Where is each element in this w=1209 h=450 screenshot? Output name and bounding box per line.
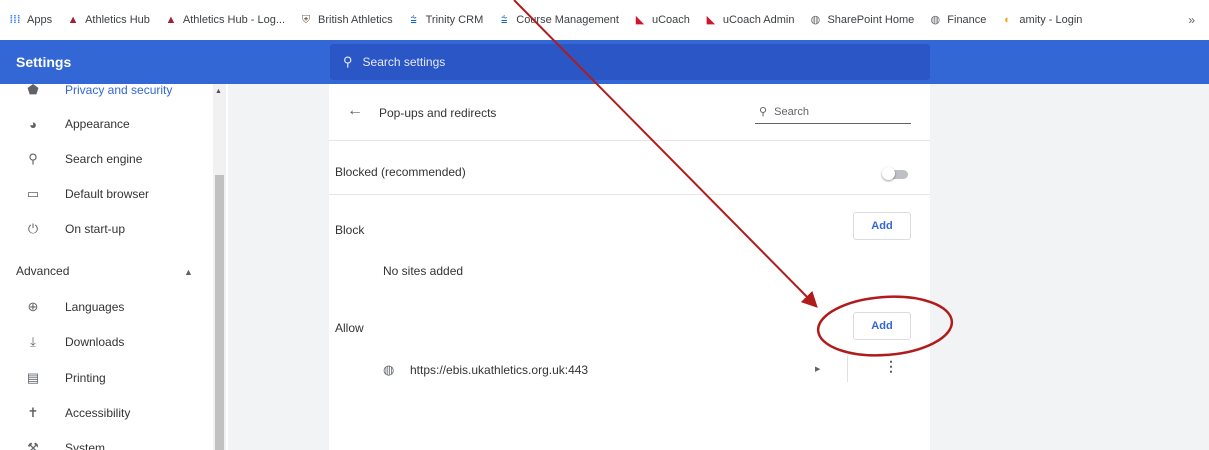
bookmark-athletics-hub[interactable]: ▲ Athletics Hub: [66, 14, 150, 26]
settings-sidebar: ⬟ Privacy and security ◕ Appearance ⚲ Se…: [0, 84, 228, 450]
athletics-hub-logo-icon: ▲: [165, 14, 177, 26]
popups-settings-card: ← Pop-ups and redirects ⚲ Search Blocked…: [329, 84, 930, 450]
collapse-caret-icon[interactable]: ▲: [184, 267, 193, 277]
printer-icon: ▤: [26, 370, 40, 385]
bookmark-finance[interactable]: ◍ Finance: [928, 14, 986, 26]
ucoach-flag-icon: ◣: [706, 14, 716, 26]
more-actions-icon[interactable]: ⋮: [884, 358, 898, 375]
bookmark-ucoach-admin[interactable]: ◣ uCoach Admin: [704, 14, 795, 26]
bookmarks-bar: ⁞⁞⁞ Apps ▲ Athletics Hub ▲ Athletics Hub…: [0, 0, 1209, 40]
british-athletics-logo-icon: ⛨: [301, 14, 311, 26]
block-section-label: Block: [335, 223, 365, 237]
wrench-icon: ⚒: [27, 440, 39, 450]
expand-arrow-icon[interactable]: ▶: [815, 365, 820, 373]
toggle-knob: [882, 167, 895, 180]
page-title: Settings: [16, 54, 72, 70]
sidebar-item-on-startup[interactable]: ⏻ On start-up: [0, 214, 210, 244]
sidebar-item-languages[interactable]: ⊕ Languages: [0, 292, 210, 322]
accessibility-icon: ✝: [27, 405, 39, 420]
bookmark-apps[interactable]: ⁞⁞⁞ Apps: [8, 14, 53, 26]
divider: [847, 356, 848, 382]
search-icon: ⚲: [28, 151, 38, 166]
sidebar-item-appearance[interactable]: ◕ Appearance: [0, 109, 210, 139]
sidebar-section-advanced[interactable]: Advanced: [16, 264, 69, 278]
bookmark-course-management[interactable]: ⩭ Course Management: [497, 14, 619, 26]
sidebar-item-default-browser[interactable]: ▭ Default browser: [0, 179, 210, 209]
blocked-toggle[interactable]: [882, 167, 908, 180]
sidebar-item-system[interactable]: ⚒ System: [0, 433, 210, 450]
bookmark-sharepoint-home[interactable]: ◍ SharePoint Home: [808, 14, 915, 26]
download-icon: ⤓: [30, 334, 36, 349]
divider: [329, 194, 930, 195]
allow-site-url: https://ebis.ukathletics.org.uk:443: [410, 363, 589, 377]
trinity-logo-icon: ⩭: [501, 14, 508, 26]
sidebar-item-privacy[interactable]: ⬟ Privacy and security: [0, 84, 210, 105]
scroll-up-arrow-icon[interactable]: ▲: [215, 88, 222, 95]
browser-window-icon: ▭: [26, 186, 40, 201]
sidebar-item-downloads[interactable]: ⤓ Downloads: [0, 327, 210, 357]
palette-icon: ◕: [29, 116, 37, 132]
bookmark-trinity-crm[interactable]: ⩭ Trinity CRM: [407, 14, 483, 26]
athletics-hub-logo-icon: ▲: [67, 14, 79, 26]
bookmark-british-athletics[interactable]: ⛨ British Athletics: [299, 14, 393, 26]
globe-icon: ◍: [930, 14, 941, 26]
globe-icon: ◍: [810, 14, 821, 26]
divider: [329, 140, 930, 141]
bookmark-ucoach[interactable]: ◣ uCoach: [633, 14, 690, 26]
trinity-logo-icon: ⩭: [410, 14, 417, 26]
bookmark-amity-login[interactable]: ◐ amity - Login: [1000, 14, 1082, 26]
amity-logo-icon: ◐: [1004, 14, 1011, 26]
bookmark-athletics-hub-login[interactable]: ▲ Athletics Hub - Log...: [164, 14, 285, 26]
sidebar-item-search-engine[interactable]: ⚲ Search engine: [0, 144, 210, 174]
blocked-label: Blocked (recommended): [335, 165, 466, 179]
back-arrow-icon[interactable]: ←: [347, 102, 363, 120]
globe-icon: ⊕: [27, 299, 39, 314]
globe-icon: ◍: [383, 362, 395, 377]
allow-add-button[interactable]: Add: [853, 312, 911, 340]
settings-header: Settings ⚲ Search settings: [0, 40, 1209, 84]
site-search-input[interactable]: ⚲ Search: [755, 105, 911, 124]
ucoach-flag-icon: ◣: [635, 14, 645, 26]
sidebar-item-accessibility[interactable]: ✝ Accessibility: [0, 398, 210, 428]
shield-icon: ⬟: [27, 84, 39, 97]
subpage-title: Pop-ups and redirects: [379, 106, 497, 120]
search-icon: ⚲: [759, 106, 768, 118]
sidebar-item-printing[interactable]: ▤ Printing: [0, 363, 210, 393]
block-empty-label: No sites added: [383, 264, 464, 278]
apps-grid-icon: ⁞⁞⁞: [9, 14, 21, 26]
allow-section-label: Allow: [335, 321, 364, 335]
search-icon: ⚲: [343, 54, 353, 69]
power-icon: ⏻: [27, 221, 39, 236]
bookmarks-overflow-button[interactable]: »: [1188, 13, 1195, 27]
search-settings-input[interactable]: ⚲ Search settings: [330, 44, 930, 80]
block-add-button[interactable]: Add: [853, 212, 911, 240]
sidebar-scrollbar-thumb[interactable]: [215, 175, 224, 450]
search-placeholder: Search settings: [362, 55, 446, 69]
